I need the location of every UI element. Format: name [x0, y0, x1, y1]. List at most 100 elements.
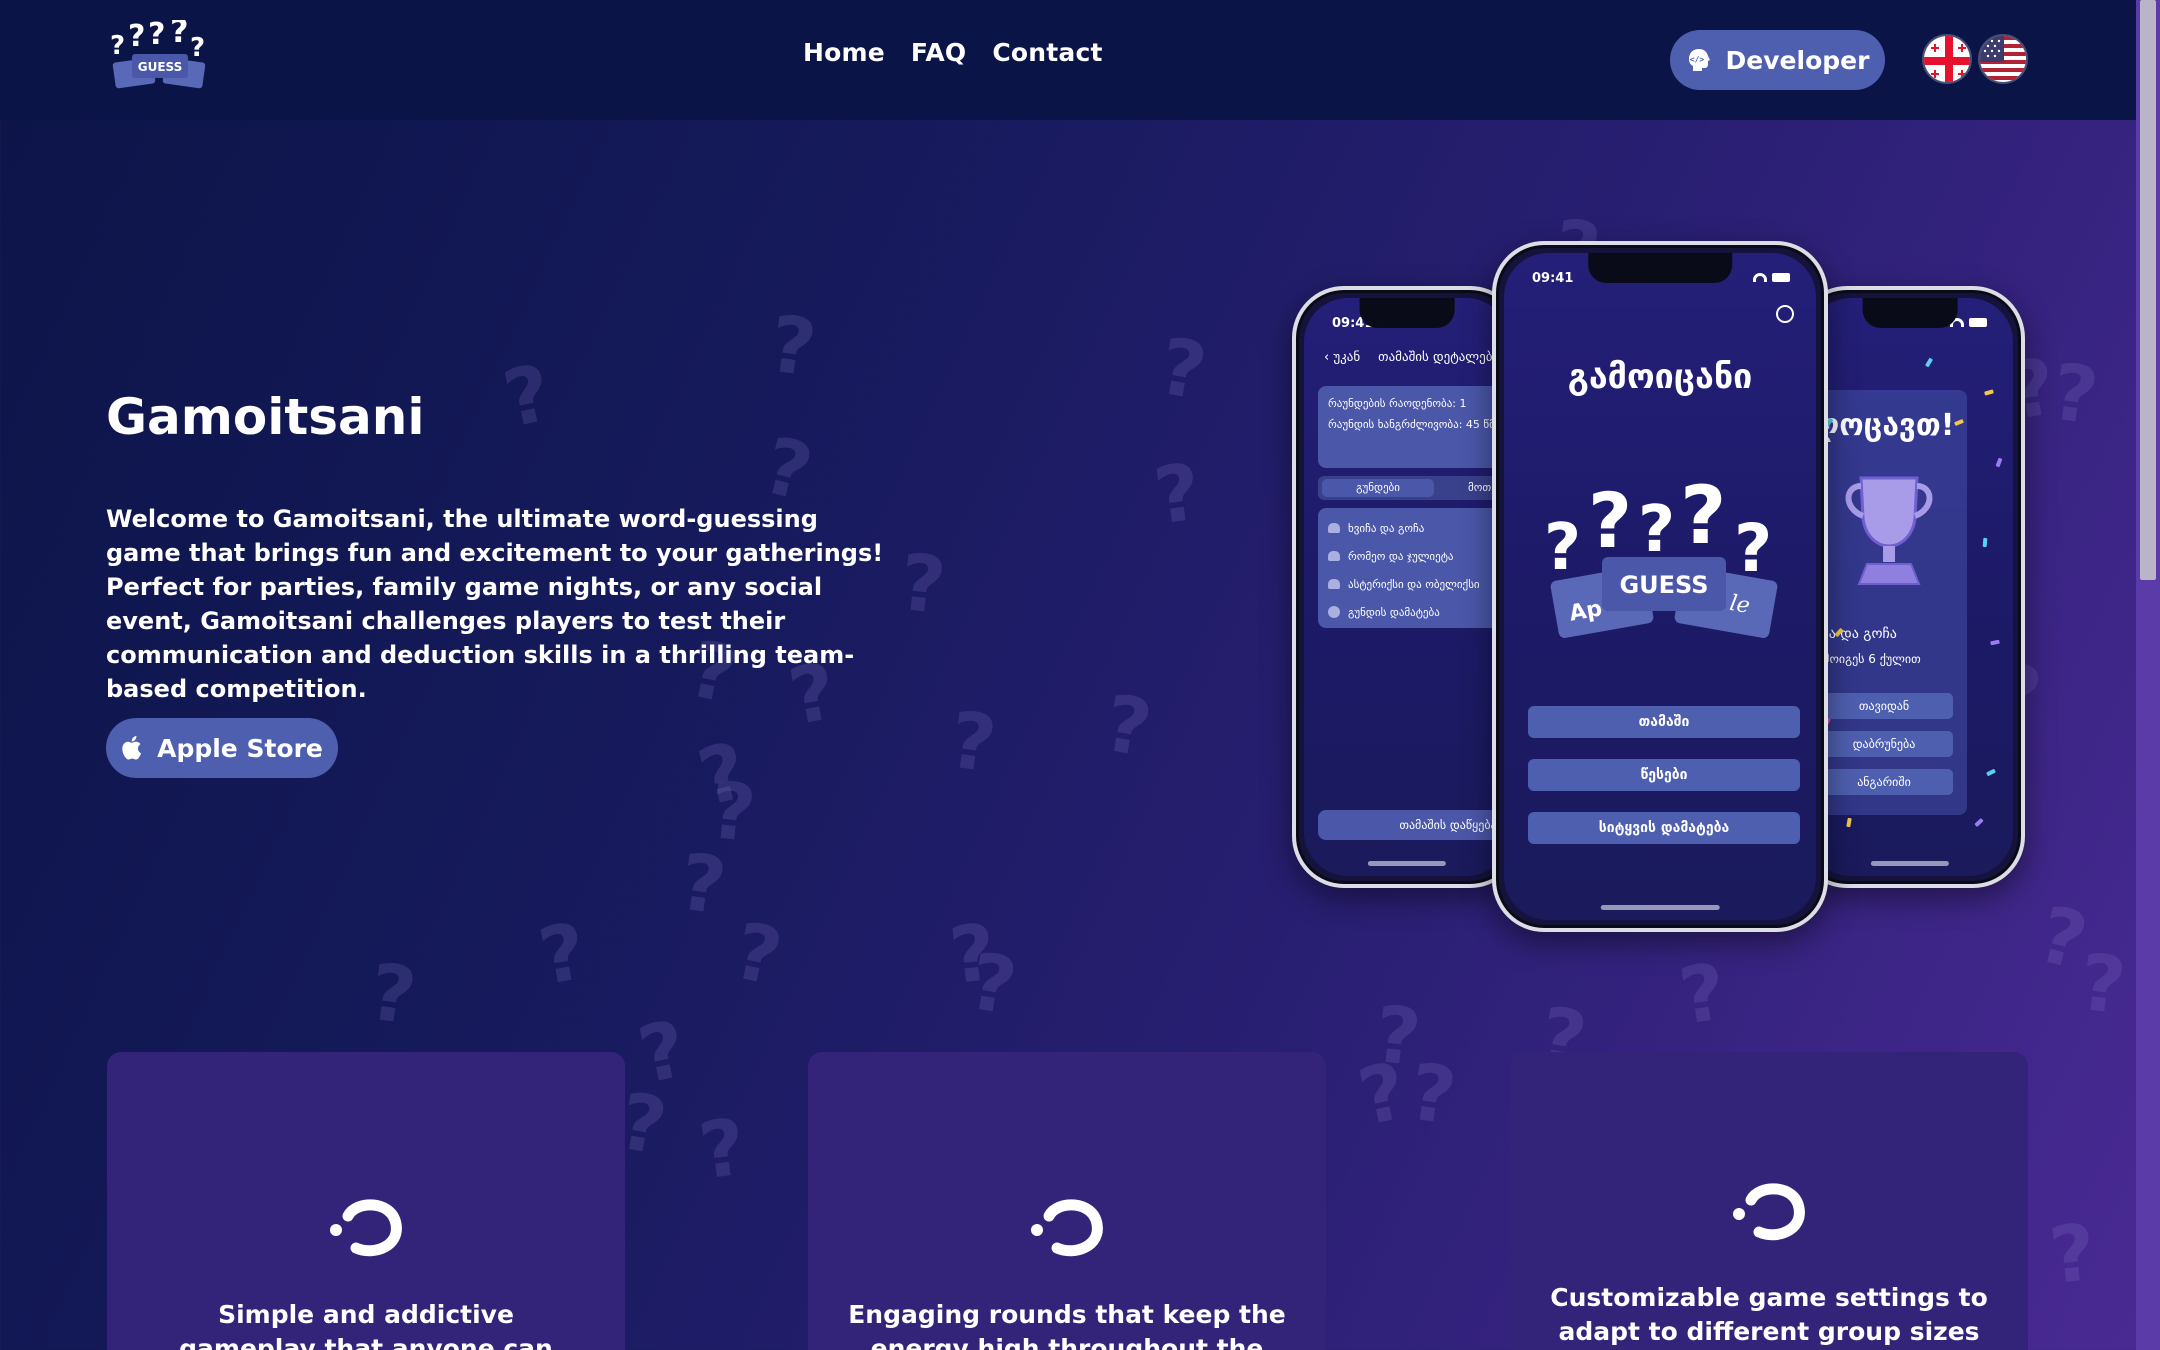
- teams-tabs: გუნდები მოთ: [1318, 476, 1510, 500]
- background-question-mark: ?: [2075, 937, 2130, 1033]
- background-question-mark: ?: [726, 906, 790, 1004]
- background-question-mark: ?: [693, 1102, 752, 1198]
- team-icon: [1328, 551, 1340, 561]
- background-question-mark: ?: [705, 765, 760, 861]
- svg-text:?: ?: [1588, 481, 1632, 565]
- home-indicator: [1870, 861, 1950, 866]
- nav-faq-link[interactable]: FAQ: [911, 38, 966, 67]
- restart-button[interactable]: თავიდან: [1815, 693, 1953, 719]
- background-question-mark: ?: [1351, 1046, 1415, 1144]
- svg-text:?: ?: [1680, 481, 1726, 562]
- svg-text:?: ?: [170, 20, 189, 50]
- background-question-mark: ?: [1370, 989, 1425, 1085]
- logo-icon[interactable]: ? ? ? ? ? GUESS: [108, 20, 212, 96]
- hero-title: Gamoitsani: [106, 388, 425, 446]
- svg-text:?: ?: [110, 31, 125, 61]
- developer-head-icon: </>: [1688, 49, 1710, 71]
- question-mark-icon: [1733, 1183, 1805, 1241]
- background-question-mark: ?: [945, 907, 1000, 1003]
- site-header: ? ? ? ? ? GUESS Home FAQ Contact </> Dev…: [0, 0, 2136, 120]
- team-icon: [1328, 579, 1340, 589]
- play-button[interactable]: თამაში: [1528, 706, 1800, 738]
- background-question-mark: ?: [1673, 947, 1732, 1043]
- wifi-icon: [1753, 273, 1767, 282]
- svg-text:?: ?: [148, 20, 165, 52]
- home-indicator: [1600, 905, 1720, 910]
- phone-screen: 09:41 ‹ უკან თამაშის დეტალები რაუნდების …: [1304, 298, 1510, 876]
- confetti-piece: [1974, 817, 1984, 828]
- nav-contact-link[interactable]: Contact: [992, 38, 1102, 67]
- feature-text: Simple and addictive gameplay that anyon…: [179, 1300, 553, 1350]
- game-info-card: რაუნდების რაოდენობა: 1 რაუნდის ხანგრძლივ…: [1318, 386, 1510, 468]
- phone-notch: [1359, 298, 1455, 328]
- background-question-mark: ?: [496, 348, 560, 446]
- feature-text: Customizable game settings to adapt to d…: [1550, 1283, 1988, 1346]
- background-question-mark: ?: [1097, 678, 1158, 776]
- svg-text:?: ?: [190, 33, 205, 63]
- us-flag-icon[interactable]: [1978, 34, 2028, 84]
- apple-icon: [122, 736, 142, 760]
- confetti-piece: [1846, 817, 1852, 828]
- start-game-button[interactable]: თამაშის დაწყება: [1318, 810, 1510, 840]
- tab-teams[interactable]: გუნდები: [1322, 479, 1434, 497]
- team-item[interactable]: ასტერიქსი და ობელიქსი: [1328, 570, 1510, 598]
- apple-store-button[interactable]: Apple Store: [106, 718, 338, 778]
- return-button[interactable]: დაბრუნება: [1815, 731, 1953, 757]
- home-indicator: [1367, 861, 1447, 866]
- settings-gear-icon[interactable]: [1776, 305, 1794, 323]
- question-mark-icon: [330, 1199, 402, 1257]
- confetti-piece: [1924, 357, 1934, 368]
- main-nav: Home FAQ Contact: [803, 38, 1103, 67]
- rules-button[interactable]: წესები: [1528, 759, 1800, 791]
- tab-other[interactable]: მოთ: [1468, 479, 1491, 497]
- background-question-mark: ?: [363, 947, 422, 1043]
- svg-text:GUESS: GUESS: [1619, 571, 1708, 599]
- team-item[interactable]: ხვიჩა და გოჩა: [1328, 514, 1510, 542]
- team-item[interactable]: რომეო და ჯულიეტა: [1328, 542, 1510, 570]
- question-mark-icon: [1031, 1199, 1103, 1257]
- svg-text:?: ?: [1638, 493, 1675, 567]
- background-question-mark: ?: [673, 837, 732, 933]
- phone-notch: [1862, 298, 1958, 328]
- background-question-mark: ?: [1148, 447, 1207, 543]
- feature-text: Engaging rounds that keep the energy hig…: [848, 1300, 1286, 1350]
- background-question-mark: ?: [2045, 347, 2104, 443]
- background-question-mark: ?: [532, 906, 593, 1004]
- battery-icon: [1772, 273, 1790, 282]
- score-button[interactable]: ანგარიში: [1815, 769, 1953, 795]
- feature-card: Engaging rounds that keep the energy hig…: [808, 1052, 1326, 1350]
- phone-winner: ლოცავთ! ვიჩა და გოჩა ამ მოიგეს 6 ქულით თ…: [1795, 286, 2025, 888]
- svg-text:?: ?: [1544, 511, 1581, 585]
- app-title: გამოიცანი: [1567, 357, 1753, 397]
- game-details-header: ‹ უკან თამაშის დეტალები: [1324, 350, 1499, 365]
- phone-game-details: 09:41 ‹ უკან თამაშის დეტალები რაუნდების …: [1292, 286, 1522, 888]
- developer-button[interactable]: </> Developer: [1670, 30, 1885, 90]
- confetti-piece: [1984, 389, 1994, 396]
- status-icons: [1950, 318, 1987, 327]
- confetti-piece: [1990, 639, 2000, 646]
- background-question-mark: ?: [631, 1004, 695, 1102]
- battery-icon: [1969, 318, 1987, 327]
- confetti-piece: [1995, 457, 2003, 468]
- feature-card: Customizable game settings to adapt to d…: [1510, 1052, 2028, 1350]
- phone-screen: ლოცავთ! ვიჩა და გოჩა ამ მოიგეს 6 ქულით თ…: [1807, 298, 2013, 876]
- scrollbar-thumb[interactable]: [2140, 0, 2156, 580]
- game-details-title: თამაშის დეტალები: [1378, 350, 1500, 365]
- rounds-count: რაუნდების რაოდენობა: 1: [1328, 397, 1467, 410]
- back-button[interactable]: ‹ უკან: [1324, 350, 1360, 365]
- background-question-mark: ?: [2029, 889, 2096, 989]
- nav-home-link[interactable]: Home: [803, 38, 885, 67]
- add-word-button[interactable]: სიტყვის დამატება: [1528, 812, 1800, 844]
- phone-main-menu: 09:41 გამოიცანი ? ? ? ? ? Ap le GUESS თა…: [1492, 241, 1828, 932]
- teams-list: ხვიჩა და გოჩა რომეო და ჯულიეტა ასტერიქსი…: [1318, 508, 1510, 628]
- add-team-item[interactable]: გუნდის დამატება: [1328, 598, 1510, 626]
- background-question-mark: ?: [962, 936, 1023, 1034]
- background-question-mark: ?: [689, 725, 756, 825]
- developer-label: Developer: [1725, 45, 1870, 75]
- svg-text:GUESS: GUESS: [138, 60, 183, 74]
- background-question-mark: ?: [1403, 1047, 1462, 1143]
- page-scrollbar[interactable]: [2136, 0, 2160, 1350]
- svg-text:le: le: [1728, 591, 1752, 619]
- confetti-piece: [1982, 537, 1988, 548]
- georgian-flag-icon[interactable]: [1922, 34, 1972, 84]
